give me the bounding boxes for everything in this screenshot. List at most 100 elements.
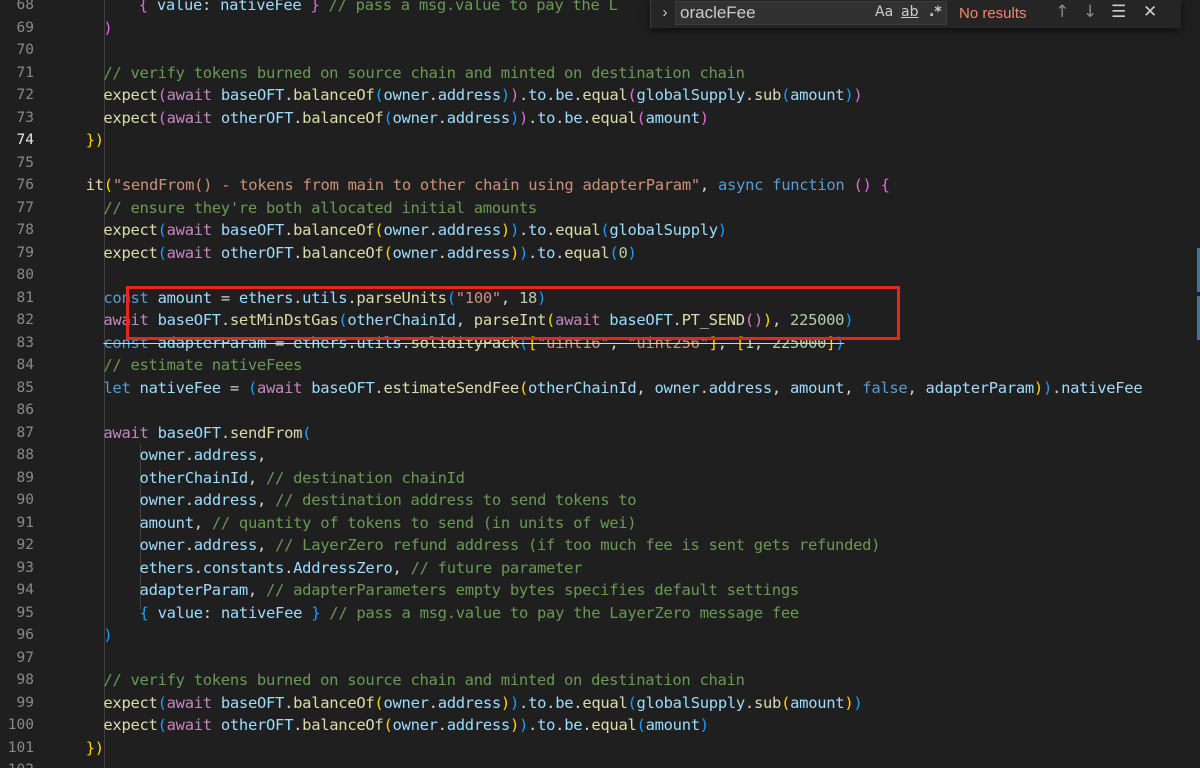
code-token: ( xyxy=(157,221,167,239)
code-line[interactable]: // estimate nativeFees xyxy=(103,354,302,377)
code-token: ) xyxy=(509,716,519,734)
code-token: owner xyxy=(392,108,438,127)
line-number: 77 xyxy=(16,199,34,216)
code-token: , xyxy=(907,378,926,397)
code-line[interactable]: owner.address, xyxy=(103,444,267,467)
match-case-toggle[interactable]: Aa xyxy=(875,4,893,20)
code-token: 1 xyxy=(744,333,754,352)
line-number: 84 xyxy=(16,357,34,373)
code-line[interactable]: expect(await otherOFT.balanceOf(owner.ad… xyxy=(103,242,636,265)
code-line[interactable]: expect(await baseOFT.balanceOf(owner.add… xyxy=(103,692,862,715)
code-token: address xyxy=(193,536,258,554)
code-line[interactable]: expect(await baseOFT.balanceOf(owner.add… xyxy=(103,84,862,107)
code-line[interactable]: ethers.constants.AddressZero, // future … xyxy=(103,557,583,580)
code-line[interactable]: await baseOFT.sendFrom( xyxy=(103,422,311,445)
code-token: amount xyxy=(157,288,213,307)
code-token: ) xyxy=(509,86,520,104)
code-line[interactable]: // verify tokens burned on source chain … xyxy=(103,62,745,85)
code-area[interactable]: { value: nativeFee } // pass a msg.value… xyxy=(68,0,1200,768)
code-line[interactable]: // ensure they're both allocated initial… xyxy=(103,197,537,220)
line-number: 79 xyxy=(16,244,34,261)
code-token: ) xyxy=(509,221,520,239)
code-token: : xyxy=(202,603,221,622)
line-number: 91 xyxy=(16,514,34,531)
code-token: otherChainId xyxy=(347,311,456,329)
code-token: ( xyxy=(157,716,167,734)
code-token: ( xyxy=(518,333,528,352)
code-token: { xyxy=(138,0,157,14)
code-token: . xyxy=(555,243,565,262)
code-token: { xyxy=(880,176,890,194)
code-token: balanceOf xyxy=(293,221,375,239)
code-line[interactable]: ) xyxy=(103,17,112,40)
line-number: 98 xyxy=(16,672,34,688)
code-token: = xyxy=(211,288,239,307)
code-token: 225000 xyxy=(771,333,827,352)
code-token: owner xyxy=(383,693,429,712)
code-token: address xyxy=(193,491,258,509)
code-token: // pass a msg.value to pay the L xyxy=(319,0,618,14)
code-token: . xyxy=(293,243,303,262)
code-line[interactable]: expect(await otherOFT.balanceOf(owner.ad… xyxy=(103,714,709,737)
code-token: equal xyxy=(564,243,610,262)
code-line[interactable]: // verify tokens burned on source chain … xyxy=(103,669,745,692)
code-line[interactable]: it("sendFrom() - tokens from main to oth… xyxy=(86,174,890,197)
code-token: amount xyxy=(645,716,701,734)
code-token: adapterParam xyxy=(157,333,267,352)
code-token: balanceOf xyxy=(293,693,375,712)
code-token: otherChainId xyxy=(528,378,637,397)
code-token: ( xyxy=(636,108,646,127)
code-token: ) xyxy=(853,86,863,104)
code-line[interactable]: adapterParam, // adapterParameters empty… xyxy=(103,579,800,602)
toggle-replace-chevron-icon[interactable]: › xyxy=(657,4,673,21)
code-token: . xyxy=(573,86,583,104)
line-number: 92 xyxy=(16,537,34,553)
code-line[interactable]: { value: nativeFee } // pass a msg.value… xyxy=(139,0,618,17)
code-token: . xyxy=(582,108,592,127)
code-line[interactable]: expect(await otherOFT.balanceOf(owner.ad… xyxy=(103,107,709,130)
close-icon[interactable]: ✕ xyxy=(1143,2,1157,22)
code-token: ] xyxy=(826,333,836,352)
line-number: 73 xyxy=(16,109,34,126)
line-number: 102 xyxy=(0,759,34,768)
code-token: async function xyxy=(717,176,854,194)
code-token: await xyxy=(256,378,312,397)
code-token: to xyxy=(528,693,547,712)
code-token: otherOFT xyxy=(220,243,294,262)
code-line[interactable]: }) xyxy=(86,737,104,760)
arrow-down-icon[interactable]: ↓ xyxy=(1083,2,1097,22)
code-line[interactable]: const adapterParam = ethers.utils.solidi… xyxy=(103,332,844,355)
code-line[interactable]: amount, // quantity of tokens to send (i… xyxy=(103,512,637,535)
arrow-up-icon[interactable]: ↑ xyxy=(1055,2,1069,22)
code-token: await xyxy=(166,86,221,104)
code-line[interactable]: owner.address, // LayerZero refund addre… xyxy=(103,534,881,557)
code-token: globalSupply xyxy=(636,693,746,712)
code-line[interactable]: otherChainId, // destination chainId xyxy=(103,467,465,490)
code-token: . xyxy=(546,86,556,104)
code-line[interactable]: owner.address, // destination address to… xyxy=(103,489,637,512)
whole-word-toggle[interactable]: ab xyxy=(901,4,918,20)
code-token: , xyxy=(609,333,628,352)
regex-toggle[interactable]: .* xyxy=(929,4,942,20)
code-line[interactable]: }) xyxy=(86,129,104,152)
code-token: 18 xyxy=(519,288,538,307)
code-token: "100" xyxy=(455,288,501,307)
code-token: await xyxy=(103,311,158,329)
code-editor[interactable]: 68 69 70 71 72 73 74 75 76 77 78 79 80 81 82 83 84 85 86 87… xyxy=(0,0,1200,768)
find-in-selection-icon[interactable]: ☰ xyxy=(1111,2,1126,22)
code-token: . xyxy=(347,333,357,352)
code-token: const xyxy=(103,333,158,352)
code-token: . xyxy=(555,716,565,734)
code-token: ( xyxy=(383,108,393,127)
code-line[interactable]: { value: nativeFee } // pass a msg.value… xyxy=(103,602,800,625)
code-token: owner xyxy=(139,536,185,554)
code-line[interactable]: ) xyxy=(103,624,112,647)
code-line[interactable]: await baseOFT.setMinDstGas(otherChainId,… xyxy=(103,309,853,332)
code-line[interactable]: expect(await baseOFT.balanceOf(owner.add… xyxy=(103,219,727,242)
code-token: amount xyxy=(790,86,845,104)
code-token: estimateSendFee xyxy=(383,378,519,397)
code-line[interactable]: let nativeFee = (await baseOFT.estimateS… xyxy=(103,377,1142,400)
code-token: . xyxy=(184,491,194,509)
code-token: owner xyxy=(392,716,438,734)
code-line[interactable]: const amount = ethers.utils.parseUnits("… xyxy=(103,287,546,310)
